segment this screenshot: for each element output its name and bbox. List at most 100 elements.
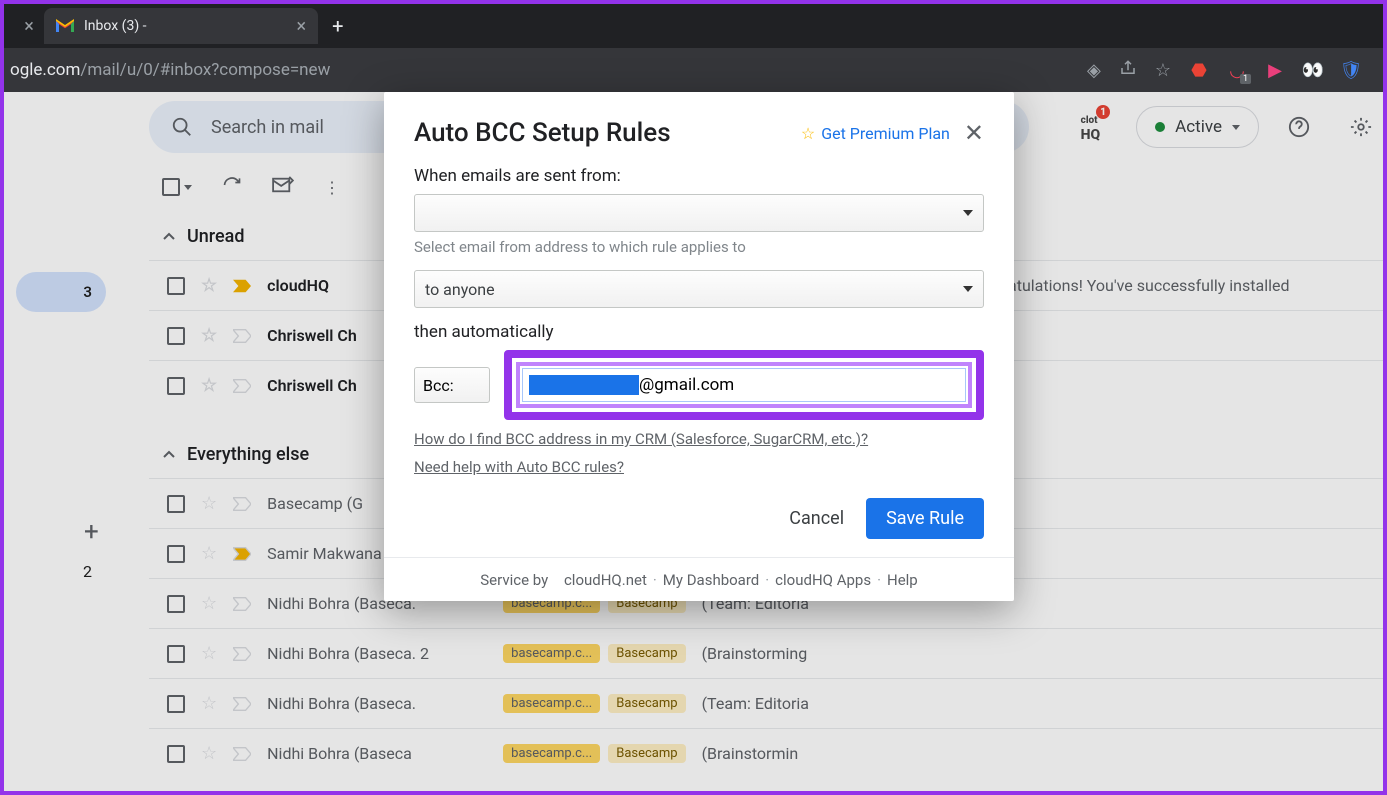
bcc-type-select[interactable]: Bcc: <box>414 367 490 403</box>
sender: Nidhi Bohra (Baseca. <box>267 694 487 713</box>
browser-tab-strip: × Inbox (3) - × + <box>4 4 1383 48</box>
importance-icon[interactable] <box>233 279 251 293</box>
status-dot-icon <box>1155 122 1165 132</box>
chevron-up-icon <box>163 449 175 459</box>
save-rule-button[interactable]: Save Rule <box>866 498 984 539</box>
importance-icon[interactable] <box>233 597 251 611</box>
label-chip[interactable]: Basecamp <box>608 694 685 713</box>
section-title: Unread <box>187 226 244 247</box>
status-label: Active <box>1175 117 1222 137</box>
more-icon[interactable]: ⋮ <box>324 178 340 197</box>
importance-icon[interactable] <box>233 547 251 561</box>
footer-dashboard-link[interactable]: My Dashboard <box>663 571 759 589</box>
refresh-icon[interactable] <box>222 175 242 199</box>
close-icon[interactable]: ✕ <box>964 119 984 147</box>
mail-row[interactable]: ☆ Nidhi Bohra (Baseca. basecamp.c... Base… <box>149 678 1383 728</box>
ext-pocket-icon[interactable]: ◡1 <box>1227 60 1247 80</box>
chevron-down-icon <box>184 185 192 190</box>
footer-apps-link[interactable]: cloudHQ Apps <box>775 571 871 589</box>
sender: Nidhi Bohra (Baseca. 2 <box>267 644 487 663</box>
star-icon[interactable]: ☆ <box>201 593 217 614</box>
mark-read-icon[interactable] <box>272 176 294 198</box>
from-select[interactable] <box>414 194 984 232</box>
crm-help-link[interactable]: How do I find BCC address in my CRM (Sal… <box>414 430 984 448</box>
cancel-button[interactable]: Cancel <box>789 508 844 529</box>
settings-icon[interactable] <box>1339 105 1383 149</box>
label-chip[interactable]: basecamp.c... <box>503 744 600 763</box>
select-all-checkbox[interactable] <box>162 178 192 196</box>
chevron-up-icon <box>163 231 175 241</box>
label-chip[interactable]: basecamp.c... <box>503 644 600 663</box>
row-checkbox[interactable] <box>167 327 185 345</box>
label-chip[interactable]: Basecamp <box>608 644 685 663</box>
label-chip[interactable]: basecamp.c... <box>503 694 600 713</box>
modal-title: Auto BCC Setup Rules <box>414 118 801 148</box>
section-title: Everything else <box>187 444 309 465</box>
to-select[interactable]: to anyone <box>414 270 984 308</box>
star-icon: ☆ <box>801 124 815 143</box>
status-dropdown[interactable]: Active <box>1136 106 1259 148</box>
importance-icon[interactable] <box>233 697 251 711</box>
from-hint: Select email from address to which rule … <box>414 238 984 256</box>
mail-row[interactable]: ☆ Nidhi Bohra (Baseca basecamp.c... Basec… <box>149 728 1383 778</box>
row-checkbox[interactable] <box>167 745 185 763</box>
rail-label-count[interactable]: 2 <box>16 562 106 581</box>
row-checkbox[interactable] <box>167 695 185 713</box>
importance-icon[interactable] <box>233 647 251 661</box>
star-icon[interactable]: ☆ <box>201 493 217 514</box>
importance-icon[interactable] <box>233 329 251 343</box>
star-icon[interactable]: ☆ <box>201 693 217 714</box>
footer-text: Service by <box>480 571 548 589</box>
subject: (Brainstorming <box>702 644 1383 663</box>
modal-footer: Service by cloudHQ.net · My Dashboard · … <box>384 557 1014 601</box>
ext-eyes-icon[interactable]: 👀 <box>1303 60 1323 80</box>
close-icon[interactable]: × <box>24 16 34 37</box>
bookmark-icon[interactable]: ☆ <box>1155 60 1171 81</box>
ext-shield-icon[interactable]: 🛡 <box>1341 60 1361 80</box>
share-icon[interactable] <box>1119 59 1137 82</box>
row-checkbox[interactable] <box>167 645 185 663</box>
bcc-email-input[interactable]: @gmail.com <box>522 368 966 402</box>
mail-row[interactable]: ☆ Nidhi Bohra (Baseca. 2 basecamp.c... Ba… <box>149 628 1383 678</box>
rail-plus-icon[interactable]: + <box>84 517 99 547</box>
chevron-down-icon <box>963 210 973 216</box>
rules-help-link[interactable]: Need help with Auto BCC rules? <box>414 458 984 476</box>
ext-play-icon[interactable]: ▶ <box>1265 60 1285 80</box>
tab-inactive[interactable]: × <box>14 8 44 44</box>
row-checkbox[interactable] <box>167 595 185 613</box>
label-from: When emails are sent from: <box>414 166 984 186</box>
importance-icon[interactable] <box>233 379 251 393</box>
new-tab-button[interactable]: + <box>318 14 357 38</box>
label-chip[interactable]: Basecamp <box>608 744 685 763</box>
sender: Nidhi Bohra (Baseca <box>267 744 487 763</box>
star-icon[interactable]: ☆ <box>201 543 217 564</box>
row-checkbox[interactable] <box>167 495 185 513</box>
url-field[interactable]: ogle.com/mail/u/0/#inbox?compose=new <box>4 60 1087 80</box>
cloudhq-badge[interactable]: clotHQ 1 <box>1081 111 1101 143</box>
ext-ublock-icon[interactable]: ⬣ <box>1189 60 1209 80</box>
row-checkbox[interactable] <box>167 377 185 395</box>
footer-help-link[interactable]: Help <box>887 571 918 589</box>
importance-icon[interactable] <box>233 497 251 511</box>
premium-link[interactable]: ☆Get Premium Plan <box>801 124 950 143</box>
footer-brand-link[interactable]: cloudHQ.net <box>564 571 647 589</box>
row-checkbox[interactable] <box>167 545 185 563</box>
tab-active[interactable]: Inbox (3) - × <box>44 8 318 44</box>
gmail-icon <box>56 19 74 33</box>
row-checkbox[interactable] <box>167 277 185 295</box>
star-icon[interactable]: ☆ <box>201 275 217 296</box>
to-value: to anyone <box>425 280 495 299</box>
star-icon[interactable]: ☆ <box>201 643 217 664</box>
star-icon[interactable]: ☆ <box>201 743 217 764</box>
diamond-icon[interactable]: ◈ <box>1087 60 1101 81</box>
star-icon[interactable]: ☆ <box>201 375 217 396</box>
star-icon[interactable]: ☆ <box>201 325 217 346</box>
rail-inbox-count[interactable]: 3 <box>16 272 106 312</box>
url-path: /mail/u/0/#inbox?compose=new <box>80 60 330 80</box>
badge-count: 1 <box>1096 105 1110 119</box>
importance-icon[interactable] <box>233 747 251 761</box>
search-placeholder: Search in mail <box>211 117 324 138</box>
label-then: then automatically <box>414 322 984 342</box>
close-icon[interactable]: × <box>297 16 307 37</box>
help-icon[interactable] <box>1277 105 1321 149</box>
